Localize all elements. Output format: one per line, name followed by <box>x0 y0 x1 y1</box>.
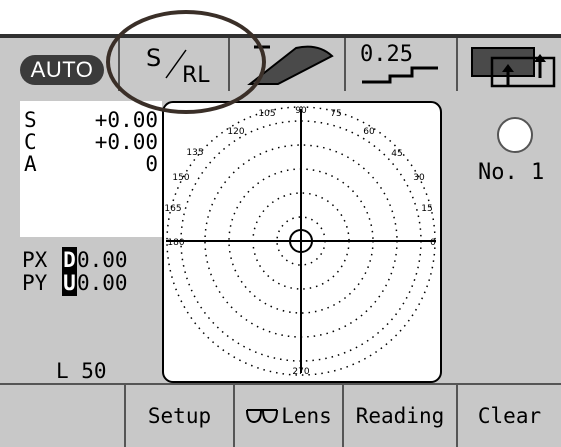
lens-button[interactable]: Lens <box>233 385 342 447</box>
top-bar <box>0 0 561 34</box>
angle-label: 45 <box>391 149 402 159</box>
angle-label: 60 <box>363 127 375 137</box>
lensmeter-screen: AUTO S RL 0.25 S +0.00 C +0.00 A 0 PX D0… <box>0 0 561 447</box>
annotation-oval <box>106 10 266 114</box>
copy-icon <box>471 47 556 88</box>
angle-label: 270 <box>292 367 309 377</box>
glasses-icon <box>246 409 279 424</box>
auto-label: AUTO <box>20 55 104 85</box>
blank-button[interactable] <box>0 385 124 447</box>
copy-button[interactable] <box>458 38 561 91</box>
prism-x-value: 0.00 <box>77 248 128 272</box>
prism-y-direction-badge: U <box>62 270 77 296</box>
axis-value: 0 <box>145 152 158 176</box>
sphere-value: +0.00 <box>94 108 158 132</box>
prism-y-label: PY <box>22 271 48 295</box>
target-display: 90 105 75 120 60 135 45 150 30 165 15 18… <box>162 101 442 383</box>
angle-label: 15 <box>421 204 432 214</box>
status-indicator-icon <box>497 117 533 153</box>
angle-label: 90 <box>295 106 307 116</box>
cylinder-value: +0.00 <box>94 130 158 154</box>
step-button[interactable]: 0.25 <box>346 38 458 91</box>
angle-label: 180 <box>167 238 184 248</box>
angle-label: 30 <box>413 173 425 183</box>
lens-label: Lens <box>281 404 332 428</box>
prism-y-value: 0.00 <box>77 271 128 295</box>
reading-button[interactable]: Reading <box>342 385 456 447</box>
prism-x-label: PX <box>22 248 48 272</box>
l-value: L 50 <box>56 359 107 383</box>
setup-button[interactable]: Setup <box>124 385 233 447</box>
angle-label: 105 <box>258 109 275 119</box>
angle-label: 75 <box>330 109 341 119</box>
angle-label: 150 <box>172 173 189 183</box>
prism-y-row: PY U0.00 <box>22 270 128 296</box>
auto-button[interactable]: AUTO <box>0 38 120 91</box>
reading-label: Reading <box>355 404 445 428</box>
step-icon <box>362 66 438 84</box>
angle-label: 135 <box>186 148 203 158</box>
angle-label: 120 <box>227 127 244 137</box>
setup-label: Setup <box>147 404 212 428</box>
angle-label: 0 <box>430 238 436 248</box>
clear-label: Clear <box>477 404 542 428</box>
sphere-cyl-axis-readout: S +0.00 C +0.00 A 0 <box>20 101 162 237</box>
clear-button[interactable]: Clear <box>456 385 561 447</box>
number-label: No. 1 <box>478 160 545 185</box>
angle-label: 165 <box>164 204 181 214</box>
